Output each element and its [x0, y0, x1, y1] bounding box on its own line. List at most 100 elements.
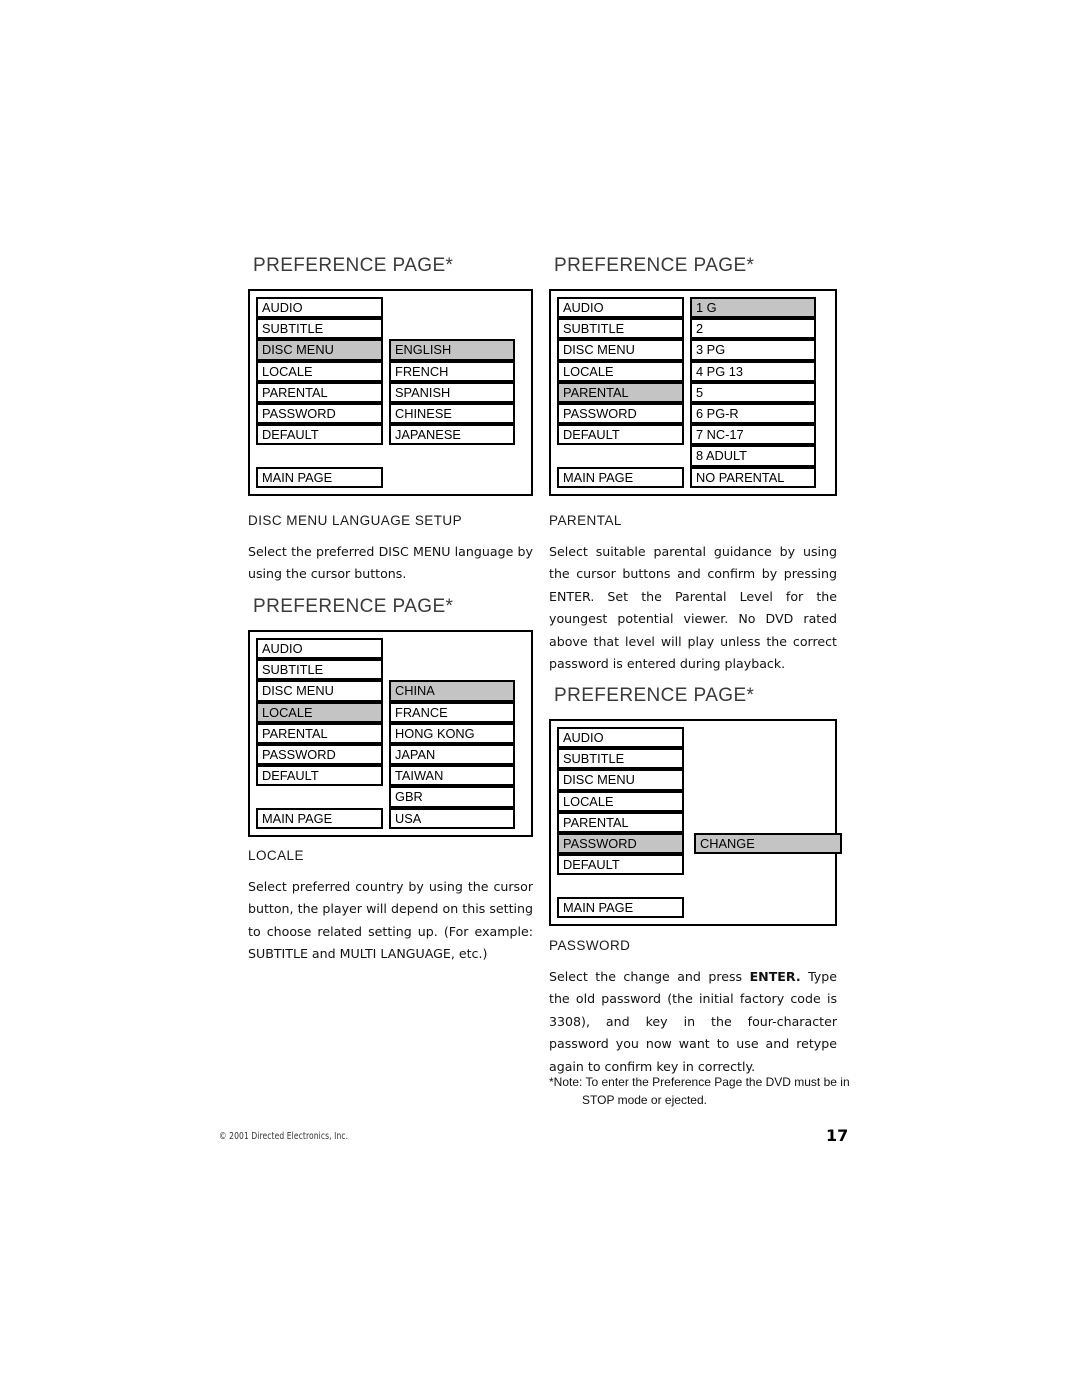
password-body-part1: Select the change and press: [549, 969, 750, 984]
osd-option-change[interactable]: CHANGE: [694, 833, 842, 855]
section-heading-parental: PARENTAL: [549, 513, 622, 528]
osd-menu-item-default[interactable]: DEFAULT: [557, 854, 684, 876]
osd-option-chinese[interactable]: CHINESE: [389, 403, 515, 425]
osd-option-usa[interactable]: USA: [389, 807, 515, 829]
password-body-emphasis: ENTER.: [749, 969, 801, 984]
manual-page: PREFERENCE PAGE* AUDIO SUBTITLE DISC MENU E…: [0, 0, 1080, 1397]
section-disc-menu-language-setup: DISC MENU LANGUAGE SETUP Select the pref…: [248, 513, 533, 586]
section-heading-locale: LOCALE: [248, 848, 304, 863]
osd-menu-item-password[interactable]: PASSWORD: [256, 403, 383, 425]
osd-menu-item-subtitle[interactable]: SUBTITLE: [557, 748, 684, 770]
osd-menu-item-locale[interactable]: LOCALE: [256, 360, 383, 382]
osd-row: DEFAULT 7 NC-17: [551, 424, 835, 446]
osd-option-hong-kong[interactable]: HONG KONG: [389, 722, 515, 744]
section-body-parental: Select suitable parental guidance by usi…: [549, 544, 837, 672]
osd-row: LOCALE 4 PG 13: [551, 360, 835, 382]
osd-menu-item-disc-menu[interactable]: DISC MENU: [557, 339, 684, 361]
osd-option-japanese[interactable]: JAPANESE: [389, 424, 515, 446]
osd-option-7-nc-17[interactable]: 7 NC-17: [690, 424, 816, 446]
osd-menu-item-disc-menu[interactable]: DISC MENU: [256, 339, 383, 361]
osd-row: SUBTITLE: [250, 659, 531, 681]
osd-row: [551, 875, 835, 896]
osd-menu-item-locale[interactable]: LOCALE: [557, 360, 684, 382]
osd-option-taiwan[interactable]: TAIWAN: [389, 765, 515, 787]
osd-option-6-pg-r[interactable]: 6 PG-R: [690, 403, 816, 425]
password-body-part2: Type the old password (the initial facto…: [549, 969, 837, 1074]
osd-row: AUDIO: [551, 727, 835, 749]
locale-panel-block: PREFERENCE PAGE* AUDIO SUBTITLE DISC MENU C…: [248, 596, 533, 837]
osd-row: SUBTITLE: [551, 748, 835, 770]
osd-option-2[interactable]: 2: [690, 318, 816, 340]
osd-option-english[interactable]: ENGLISH: [389, 339, 515, 361]
section-locale: LOCALE Select preferred country by using…: [248, 848, 533, 966]
osd-row: DEFAULT TAIWAN: [250, 765, 531, 787]
section-parental: PARENTAL Select suitable parental guidan…: [549, 513, 837, 675]
osd-row: SUBTITLE: [250, 318, 531, 340]
osd-menu-item-password[interactable]: PASSWORD: [256, 744, 383, 766]
osd-menu-item-disc-menu[interactable]: DISC MENU: [256, 680, 383, 702]
osd-row: DISC MENU: [551, 769, 835, 791]
osd-option-gbr[interactable]: GBR: [389, 786, 515, 808]
osd-menu-item-disc-menu[interactable]: DISC MENU: [557, 769, 684, 791]
osd-screen-password: AUDIO SUBTITLE DISC MENU LOCALE PARENTAL PASS…: [549, 719, 842, 926]
osd-row: MAIN PAGE NO PARENTAL: [551, 466, 835, 488]
osd-option-8-adult[interactable]: 8 ADULT: [690, 445, 816, 467]
osd-row: MAIN PAGE: [250, 466, 531, 488]
osd-menu-item-audio[interactable]: AUDIO: [256, 638, 383, 660]
osd-menu-item-subtitle[interactable]: SUBTITLE: [256, 318, 383, 340]
osd-main-page-button[interactable]: MAIN PAGE: [256, 466, 383, 488]
osd-menu-item-audio[interactable]: AUDIO: [557, 297, 684, 319]
osd-row: MAIN PAGE: [551, 896, 835, 918]
osd-row: DISC MENU ENGLISH: [250, 339, 531, 361]
osd-screen-disc-menu: AUDIO SUBTITLE DISC MENU ENGLISH LOCALE FRENC…: [248, 289, 533, 496]
osd-menu-item-default[interactable]: DEFAULT: [557, 424, 684, 446]
section-body-disc-menu: Select the preferred DISC MENU language …: [248, 544, 533, 582]
osd-row: PARENTAL HONG KONG: [250, 722, 531, 744]
osd-option-spanish[interactable]: SPANISH: [389, 381, 515, 403]
osd-row: MAIN PAGE USA: [250, 807, 531, 829]
osd-row: SUBTITLE 2: [551, 318, 835, 340]
osd-menu-item-parental[interactable]: PARENTAL: [256, 722, 383, 744]
osd-menu-item-default[interactable]: DEFAULT: [256, 424, 383, 446]
osd-option-no-parental[interactable]: NO PARENTAL: [690, 466, 816, 488]
osd-option-4-pg-13[interactable]: 4 PG 13: [690, 360, 816, 382]
osd-main-page-button[interactable]: MAIN PAGE: [557, 896, 684, 918]
osd-menu-item-audio[interactable]: AUDIO: [256, 297, 383, 319]
osd-option-french[interactable]: FRENCH: [389, 360, 515, 382]
page-title-password: PREFERENCE PAGE*: [554, 685, 755, 706]
osd-row: GBR: [250, 786, 531, 808]
osd-main-page-button[interactable]: MAIN PAGE: [256, 807, 383, 829]
osd-menu-item-password[interactable]: PASSWORD: [557, 403, 684, 425]
osd-row: AUDIO 1 G: [551, 297, 835, 319]
osd-main-page-button[interactable]: MAIN PAGE: [557, 466, 684, 488]
osd-rows: AUDIO SUBTITLE DISC MENU CHINA LOCALE FRANCE P…: [250, 638, 531, 829]
osd-row: PASSWORD 6 PG-R: [551, 403, 835, 425]
osd-menu-item-subtitle[interactable]: SUBTITLE: [557, 318, 684, 340]
osd-menu-item-locale[interactable]: LOCALE: [256, 701, 383, 723]
osd-menu-item-locale[interactable]: LOCALE: [557, 790, 684, 812]
footnote-line-2: STOP mode or ejected.: [582, 1092, 707, 1107]
osd-screen-parental: AUDIO 1 G SUBTITLE 2 DISC MENU 3 PG LOCALE 4 PG…: [549, 289, 837, 496]
osd-option-france[interactable]: FRANCE: [389, 701, 515, 723]
osd-option-1-g[interactable]: 1 G: [690, 297, 816, 319]
osd-menu-item-audio[interactable]: AUDIO: [557, 727, 684, 749]
osd-menu-item-parental[interactable]: PARENTAL: [256, 381, 383, 403]
osd-option-japan[interactable]: JAPAN: [389, 744, 515, 766]
osd-option-3-pg[interactable]: 3 PG: [690, 339, 816, 361]
osd-rows: AUDIO 1 G SUBTITLE 2 DISC MENU 3 PG LOCALE 4 PG…: [551, 297, 835, 488]
osd-row: AUDIO: [250, 297, 531, 319]
footnote: *Note: To enter the Preference Page the …: [549, 1074, 879, 1109]
osd-row: DISC MENU 3 PG: [551, 339, 835, 361]
osd-menu-item-subtitle[interactable]: SUBTITLE: [256, 659, 383, 681]
osd-row: LOCALE: [551, 790, 835, 812]
osd-option-5[interactable]: 5: [690, 381, 816, 403]
parental-panel-block: PREFERENCE PAGE* AUDIO 1 G SUBTITLE 2 DISC M…: [549, 255, 837, 496]
osd-menu-item-parental[interactable]: PARENTAL: [557, 811, 684, 833]
osd-option-china[interactable]: CHINA: [389, 680, 515, 702]
osd-menu-item-password[interactable]: PASSWORD: [557, 833, 684, 855]
osd-row: PASSWORD CHANGE: [551, 833, 842, 855]
page-number: 17: [826, 1126, 849, 1145]
osd-menu-item-parental[interactable]: PARENTAL: [557, 381, 684, 403]
osd-menu-item-default[interactable]: DEFAULT: [256, 765, 383, 787]
disc-menu-panel-block: PREFERENCE PAGE* AUDIO SUBTITLE DISC MENU E…: [248, 255, 533, 496]
